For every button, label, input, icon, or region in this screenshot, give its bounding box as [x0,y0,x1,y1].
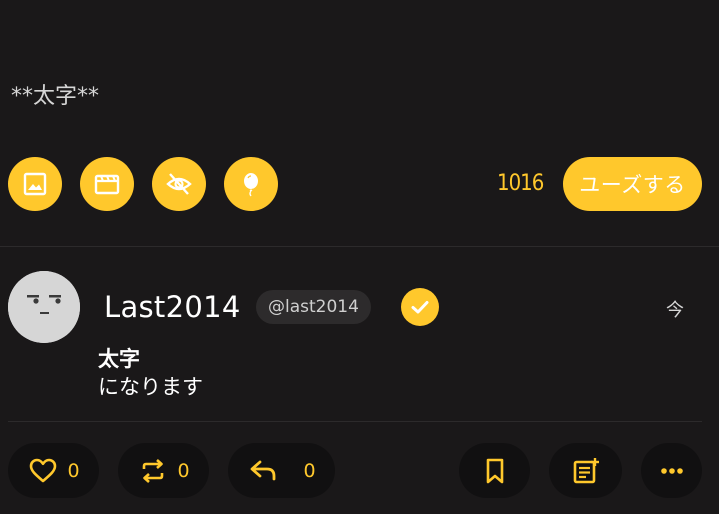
reply-count: 0 [303,459,316,482]
bookmark-button[interactable] [459,443,530,498]
character-count: 1016 [497,171,544,196]
attach-image-button[interactable] [8,157,62,211]
reply-button[interactable]: 0 [228,443,335,498]
toggle-hide-button[interactable] [152,157,206,211]
reply-icon [251,460,276,480]
attach-video-button[interactable] [80,157,134,211]
checkmark-icon [411,301,429,314]
post-timestamp: 今 [666,300,684,321]
avatar-face-icon [8,271,80,343]
repost-icon [143,458,164,483]
app-page: **太字** が 1016 ユーズする [0,0,719,514]
verified-badge [401,288,439,326]
user-handle[interactable]: @last2014 [256,290,371,324]
repost-button[interactable]: 0 [118,443,209,498]
balloon-icon [244,173,258,197]
divider [0,246,719,247]
balloon-button[interactable] [224,157,278,211]
bookmark-icon [486,458,503,483]
like-count: 0 [67,459,80,482]
display-name[interactable]: Last2014 [104,288,241,326]
submit-post-button[interactable]: ユーズする [563,157,702,211]
post-body-line-2: になります [98,375,203,399]
hide-eye-icon [166,173,192,195]
composer-line-1: **太字** [11,84,100,109]
add-note-button[interactable] [549,443,622,498]
repost-count: 0 [177,459,190,482]
divider [8,421,702,422]
more-icon [660,467,683,474]
image-icon [23,172,47,196]
post-body: 太字 になります [98,345,203,401]
post-body-line-1: 太字 [98,347,140,371]
composer-textarea[interactable]: **太字** が [11,22,99,262]
heart-icon [30,458,57,482]
more-options-button[interactable] [641,443,702,498]
video-icon [94,174,120,195]
avatar[interactable] [8,271,80,343]
like-button[interactable]: 0 [8,443,99,498]
note-add-icon [573,457,599,483]
